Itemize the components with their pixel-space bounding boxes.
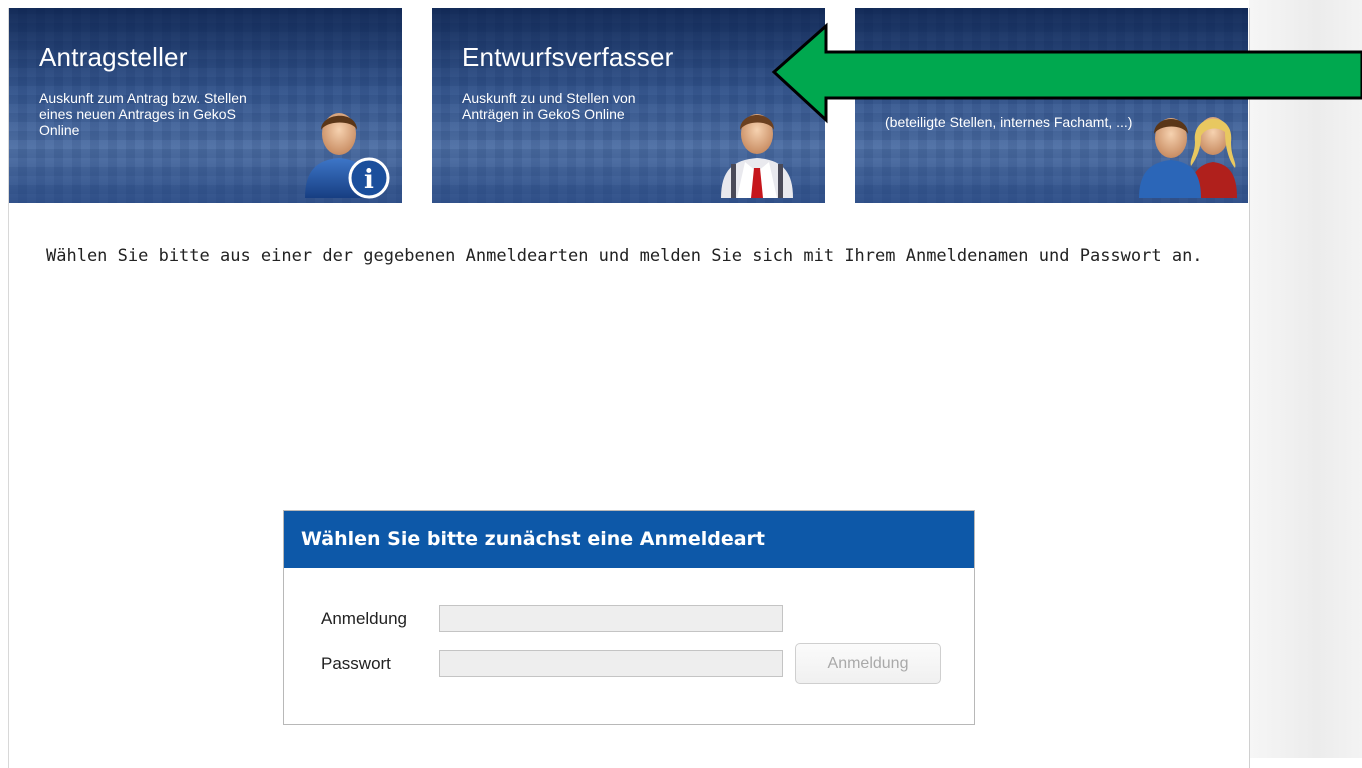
- login-header: Wählen Sie bitte zunächst eine Anmeldear…: [284, 511, 974, 568]
- tile-description: Auskunft zum Antrag bzw. Stellen eines n…: [39, 90, 247, 138]
- tile-entwurfsverfasser[interactable]: Entwurfsverfasser Auskunft zu und Stelle…: [432, 8, 825, 203]
- user-info-icon: i: [299, 100, 395, 203]
- login-button[interactable]: Anmeldung: [795, 643, 941, 684]
- login-box: Wählen Sie bitte zunächst eine Anmeldear…: [283, 510, 975, 725]
- username-input[interactable]: [439, 605, 783, 632]
- tile-title: Entwurfsverfasser: [462, 42, 674, 72]
- tile-description: Auskunft zu und Stellen von Anträgen in …: [462, 90, 636, 122]
- svg-text:i: i: [364, 165, 374, 195]
- password-label: Passwort: [321, 654, 391, 673]
- intro-text: Wählen Sie bitte aus einer der gegebenen…: [46, 246, 1203, 266]
- password-input[interactable]: [439, 650, 783, 677]
- tile-title: Antragsteller: [39, 42, 188, 72]
- tile-antragsteller[interactable]: Antragsteller Auskunft zum Antrag bzw. S…: [9, 8, 402, 203]
- green-arrow-annotation: [771, 22, 1362, 124]
- username-label: Anmeldung: [321, 609, 408, 628]
